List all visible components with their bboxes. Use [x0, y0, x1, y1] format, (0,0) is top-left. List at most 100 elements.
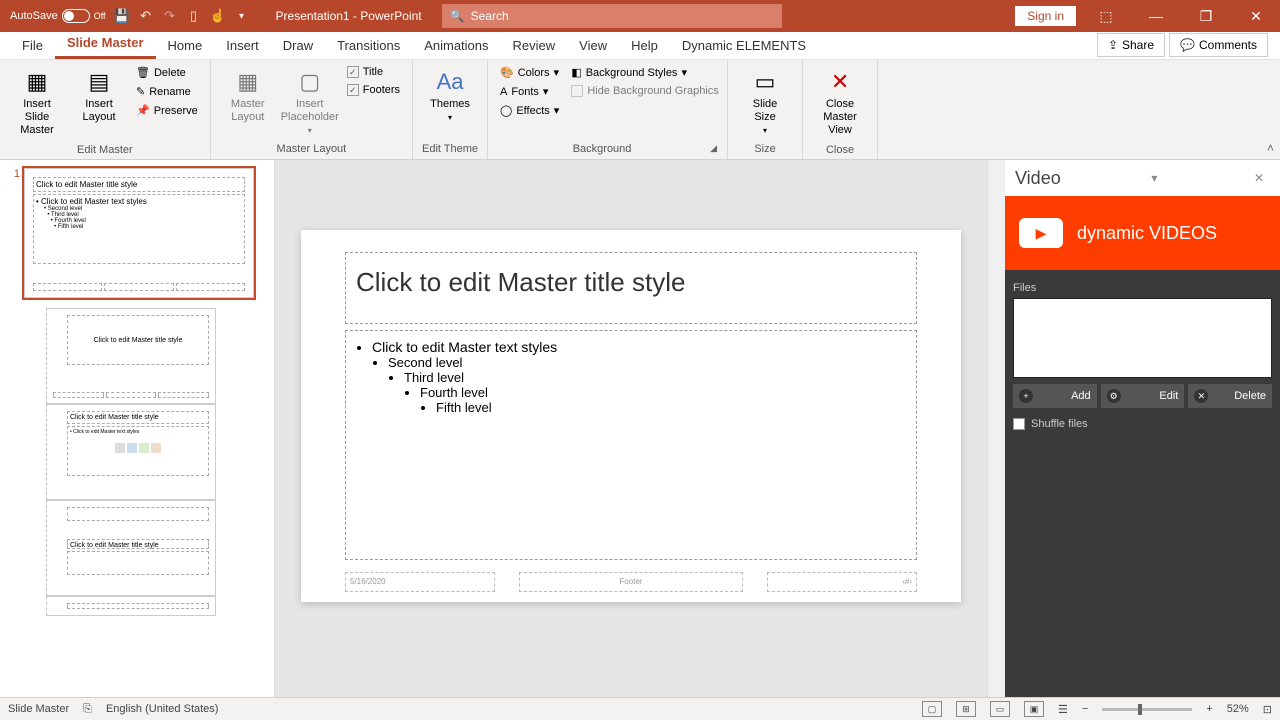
- slide-size-button[interactable]: ▭Slide Size▾: [736, 64, 794, 140]
- tab-slide-master[interactable]: Slide Master: [55, 29, 156, 59]
- tab-file[interactable]: File: [10, 32, 55, 59]
- sorter-view-icon[interactable]: ⊞: [956, 701, 976, 717]
- tab-transitions[interactable]: Transitions: [325, 32, 412, 59]
- title-placeholder[interactable]: Click to edit Master title style: [345, 252, 917, 324]
- effects-button[interactable]: ◯Effects▾: [496, 102, 563, 119]
- edit-button[interactable]: ⚙Edit: [1101, 384, 1185, 408]
- comments-button[interactable]: 💬Comments: [1169, 33, 1268, 57]
- close-master-view-button[interactable]: ✕Close Master View: [811, 64, 869, 142]
- minimize-icon[interactable]: —: [1136, 2, 1176, 30]
- customize-qat-icon[interactable]: ▾: [234, 8, 250, 24]
- group-edit-master: ▦Insert Slide Master ▤Insert Layout 🗑Del…: [0, 60, 211, 159]
- footers-checkbox[interactable]: ✓Footers: [343, 82, 404, 98]
- rename-button[interactable]: ✎Rename: [132, 83, 202, 100]
- insert-slide-master-button[interactable]: ▦Insert Slide Master: [8, 64, 66, 142]
- preserve-button[interactable]: 📌Preserve: [132, 102, 202, 119]
- number-placeholder[interactable]: ‹#›: [767, 572, 917, 592]
- start-from-beginning-icon[interactable]: ▯: [186, 8, 202, 24]
- body-placeholder[interactable]: Click to edit Master text styles Second …: [345, 330, 917, 560]
- slide-master[interactable]: Click to edit Master title style Click t…: [301, 230, 961, 602]
- layout-thumbnail[interactable]: Click to edit Master title style: [46, 308, 216, 404]
- reading-view-icon[interactable]: ▭: [990, 701, 1010, 717]
- chevron-down-icon: ▾: [554, 66, 560, 79]
- fit-to-window-icon[interactable]: ⊡: [1263, 703, 1272, 716]
- vertical-scrollbar[interactable]: [987, 160, 1005, 697]
- checkbox-icon: [1013, 418, 1025, 430]
- delete-button[interactable]: ✕Delete: [1188, 384, 1272, 408]
- undo-icon[interactable]: ↶: [138, 8, 154, 24]
- tab-view[interactable]: View: [567, 32, 619, 59]
- pane-close-icon[interactable]: ✕: [1248, 171, 1270, 185]
- notes-icon[interactable]: ☰: [1058, 703, 1068, 716]
- touch-mode-icon[interactable]: ☝: [210, 8, 226, 24]
- tab-dynamic-elements[interactable]: Dynamic ELEMENTS: [670, 32, 818, 59]
- colors-icon: 🎨: [500, 66, 514, 79]
- group-background: 🎨Colors▾ AFonts▾ ◯Effects▾ ◧Background S…: [488, 60, 728, 159]
- themes-button[interactable]: AaThemes▾: [421, 64, 479, 127]
- save-icon[interactable]: 💾: [114, 8, 130, 24]
- preserve-icon: 📌: [136, 104, 150, 117]
- insert-layout-button[interactable]: ▤Insert Layout: [70, 64, 128, 128]
- layout-thumbnail[interactable]: [46, 596, 216, 616]
- title-checkbox[interactable]: ✓Title: [343, 64, 404, 80]
- pane-options-icon[interactable]: ▾: [1145, 171, 1163, 185]
- slide-size-icon: ▭: [749, 68, 781, 96]
- themes-icon: Aa: [434, 68, 466, 96]
- chevron-down-icon: ▾: [681, 66, 687, 79]
- tab-insert[interactable]: Insert: [214, 32, 271, 59]
- slide-canvas[interactable]: Click to edit Master title style Click t…: [275, 160, 987, 697]
- tab-draw[interactable]: Draw: [271, 32, 325, 59]
- slideshow-view-icon[interactable]: ▣: [1024, 701, 1044, 717]
- footer-placeholder[interactable]: Footer: [519, 572, 743, 592]
- comment-icon: 💬: [1180, 38, 1195, 52]
- autosave-toggle[interactable]: AutoSave Off: [10, 9, 106, 23]
- dialog-launcher-icon[interactable]: ◢: [708, 143, 719, 155]
- add-button[interactable]: +Add: [1013, 384, 1097, 408]
- delete-button[interactable]: 🗑Delete: [132, 64, 202, 81]
- date-placeholder[interactable]: 5/16/2020: [345, 572, 495, 592]
- hide-bg-checkbox[interactable]: Hide Background Graphics: [567, 83, 722, 99]
- group-size: ▭Slide Size▾ Size: [728, 60, 803, 159]
- zoom-slider[interactable]: [1102, 708, 1192, 711]
- tab-home[interactable]: Home: [156, 32, 215, 59]
- ribbon-display-icon[interactable]: ⬚: [1086, 2, 1126, 30]
- slide-master-icon: ▦: [21, 68, 53, 96]
- tab-review[interactable]: Review: [501, 32, 568, 59]
- zoom-value[interactable]: 52%: [1227, 703, 1249, 715]
- zoom-in-icon[interactable]: +: [1206, 703, 1212, 715]
- layout-thumbnail[interactable]: Click to edit Master title style • Click…: [46, 404, 216, 500]
- thumb-number: 1: [6, 168, 20, 180]
- files-listbox[interactable]: [1013, 298, 1272, 378]
- tab-help[interactable]: Help: [619, 32, 670, 59]
- collapse-ribbon-icon[interactable]: ˄: [1267, 141, 1274, 155]
- chevron-down-icon: ▾: [554, 104, 560, 117]
- normal-view-icon[interactable]: ▢: [922, 701, 942, 717]
- master-layout-button[interactable]: ▦Master Layout: [219, 64, 277, 128]
- search-box[interactable]: 🔍 Search: [442, 4, 782, 28]
- tab-animations[interactable]: Animations: [412, 32, 500, 59]
- accessibility-icon[interactable]: ⎘: [83, 703, 92, 716]
- thumbnail-panel[interactable]: 1 Click to edit Master title style • Cli…: [0, 160, 275, 697]
- zoom-out-icon[interactable]: −: [1082, 703, 1088, 715]
- video-pane: Video ▾ ✕ ▶ dynamic VIDEOS Files +Add ⚙E…: [1005, 160, 1280, 697]
- master-thumbnail[interactable]: Click to edit Master title style • Click…: [24, 168, 254, 298]
- toggle-icon: [62, 9, 90, 23]
- background-styles-button[interactable]: ◧Background Styles▾: [567, 64, 722, 81]
- layout-thumbnail[interactable]: Click to edit Master title style: [46, 500, 216, 596]
- insert-placeholder-button[interactable]: ▢Insert Placeholder▾: [281, 64, 339, 140]
- close-icon[interactable]: ✕: [1236, 2, 1276, 30]
- fonts-button[interactable]: AFonts▾: [496, 83, 563, 100]
- chevron-down-icon: ▾: [543, 85, 549, 98]
- plus-icon: +: [1019, 389, 1033, 403]
- restore-icon[interactable]: ❐: [1186, 2, 1226, 30]
- autosave-state: Off: [94, 11, 106, 21]
- share-button[interactable]: ⇪Share: [1097, 33, 1165, 57]
- group-label: Size: [736, 141, 794, 157]
- status-bar: Slide Master ⎘ English (United States) ▢…: [0, 697, 1280, 720]
- sign-in-button[interactable]: Sign in: [1015, 6, 1076, 26]
- shuffle-checkbox[interactable]: Shuffle files: [1013, 418, 1272, 430]
- chevron-down-icon: ▾: [763, 126, 767, 136]
- language[interactable]: English (United States): [106, 703, 219, 715]
- redo-icon[interactable]: ↷: [162, 8, 178, 24]
- colors-button[interactable]: 🎨Colors▾: [496, 64, 563, 81]
